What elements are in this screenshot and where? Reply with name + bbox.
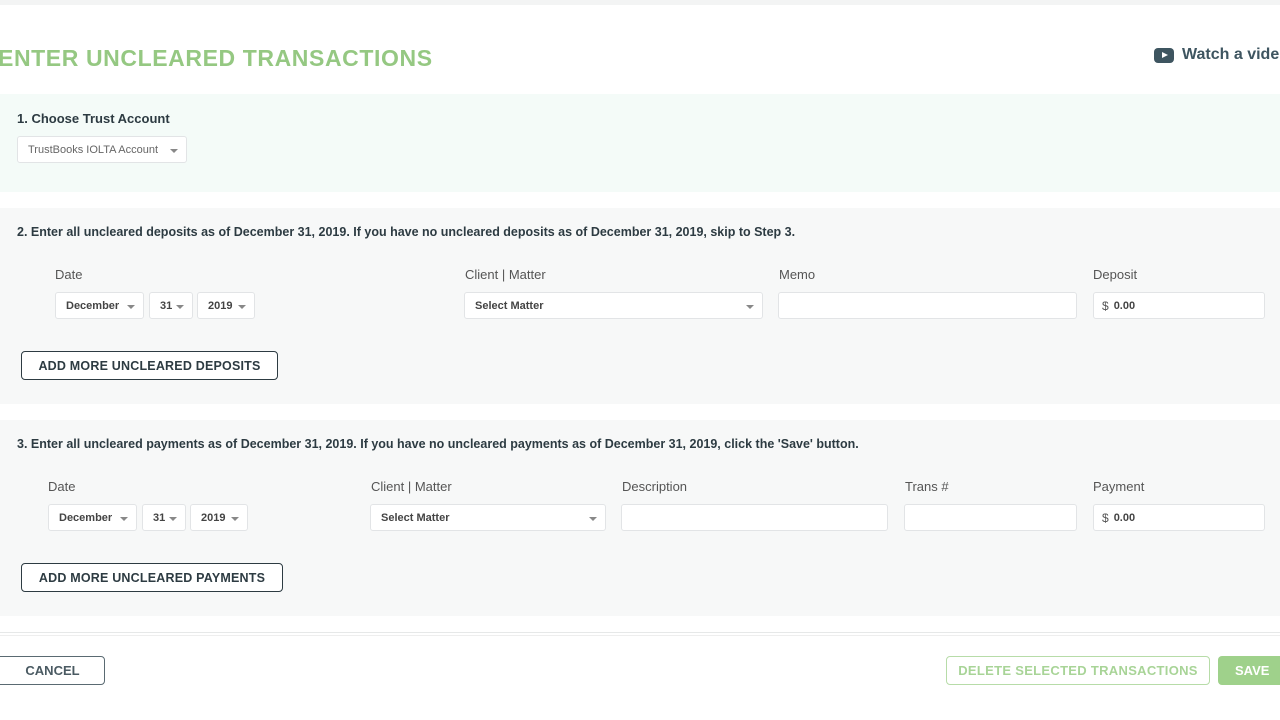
deposit-amount-value: 0.00 xyxy=(1113,299,1136,312)
payment-amount-input[interactable]: $ 0.00 xyxy=(1093,504,1265,531)
payment-year-value: 2019 xyxy=(201,511,226,524)
deposit-amount-input[interactable]: $ 0.00 xyxy=(1093,292,1265,319)
deposit-memo-input[interactable] xyxy=(778,292,1077,319)
caret-down-icon xyxy=(170,149,178,153)
caret-down-icon xyxy=(120,517,128,521)
payment-matter-select[interactable]: Select Matter xyxy=(370,504,606,531)
deposit-day-value: 31 xyxy=(160,299,173,312)
delete-selected-button[interactable]: DELETE SELECTED TRANSACTIONS xyxy=(946,656,1210,685)
step2-section: 2. Enter all uncleared deposits as of De… xyxy=(0,208,1280,404)
step1-section: 1. Choose Trust Account TrustBooks IOLTA… xyxy=(0,94,1280,192)
caret-down-icon xyxy=(176,305,184,309)
step2-heading: 2. Enter all uncleared deposits as of De… xyxy=(17,225,796,239)
currency-symbol: $ xyxy=(1102,298,1109,313)
caret-down-icon xyxy=(127,305,135,309)
top-strip xyxy=(0,0,1280,5)
deposit-matter-select[interactable]: Select Matter xyxy=(464,292,763,319)
currency-symbol: $ xyxy=(1102,510,1109,525)
payment-client-matter-label: Client | Matter xyxy=(371,479,452,494)
watch-video-label: Watch a vide xyxy=(1182,46,1280,63)
payment-date-label: Date xyxy=(48,479,76,494)
step3-heading: 3. Enter all uncleared payments as of De… xyxy=(17,437,859,451)
payment-day-value: 31 xyxy=(153,511,166,524)
deposit-matter-placeholder: Select Matter xyxy=(475,299,544,312)
add-more-payments-button[interactable]: ADD MORE UNCLEARED PAYMENTS xyxy=(21,563,283,592)
payment-matter-placeholder: Select Matter xyxy=(381,511,450,524)
deposit-memo-label: Memo xyxy=(779,267,816,282)
payment-month-select[interactable]: December xyxy=(48,504,137,531)
trust-account-value: TrustBooks IOLTA Account xyxy=(28,143,159,156)
watch-video-link[interactable]: Watch a vide xyxy=(1154,46,1279,64)
save-button[interactable]: SAVE xyxy=(1218,656,1280,685)
caret-down-icon xyxy=(231,517,239,521)
payment-description-label: Description xyxy=(622,479,688,494)
payment-amount-value: 0.00 xyxy=(1113,511,1136,524)
step1-heading: 1. Choose Trust Account xyxy=(17,111,170,126)
footer-divider-secondary xyxy=(0,635,1280,636)
caret-down-icon xyxy=(169,517,177,521)
payment-year-select[interactable]: 2019 xyxy=(190,504,248,531)
deposit-month-value: December xyxy=(66,299,120,312)
deposit-date-label: Date xyxy=(55,267,83,282)
payment-amount-label: Payment xyxy=(1093,479,1145,494)
payment-day-select[interactable]: 31 xyxy=(142,504,186,531)
deposit-year-value: 2019 xyxy=(208,299,233,312)
payment-description-input[interactable] xyxy=(621,504,888,531)
payment-month-value: December xyxy=(59,511,113,524)
page-title: ENTER UNCLEARED TRANSACTIONS xyxy=(0,45,433,71)
deposit-day-select[interactable]: 31 xyxy=(149,292,193,319)
payment-trans-no-input[interactable] xyxy=(904,504,1077,531)
caret-down-icon xyxy=(746,305,754,309)
deposit-client-matter-label: Client | Matter xyxy=(465,267,546,282)
caret-down-icon xyxy=(238,305,246,309)
deposit-amount-label: Deposit xyxy=(1093,267,1138,282)
add-more-deposits-button[interactable]: ADD MORE UNCLEARED DEPOSITS xyxy=(21,351,278,380)
trust-account-select[interactable]: TrustBooks IOLTA Account xyxy=(17,136,187,163)
step3-section: 3. Enter all uncleared payments as of De… xyxy=(0,420,1280,616)
cancel-button[interactable]: CANCEL xyxy=(0,656,105,685)
deposit-month-select[interactable]: December xyxy=(55,292,144,319)
footer-divider xyxy=(0,632,1280,633)
caret-down-icon xyxy=(589,517,597,521)
payment-trans-no-label: Trans # xyxy=(905,479,949,494)
youtube-play-icon xyxy=(1154,47,1174,63)
deposit-year-select[interactable]: 2019 xyxy=(197,292,255,319)
